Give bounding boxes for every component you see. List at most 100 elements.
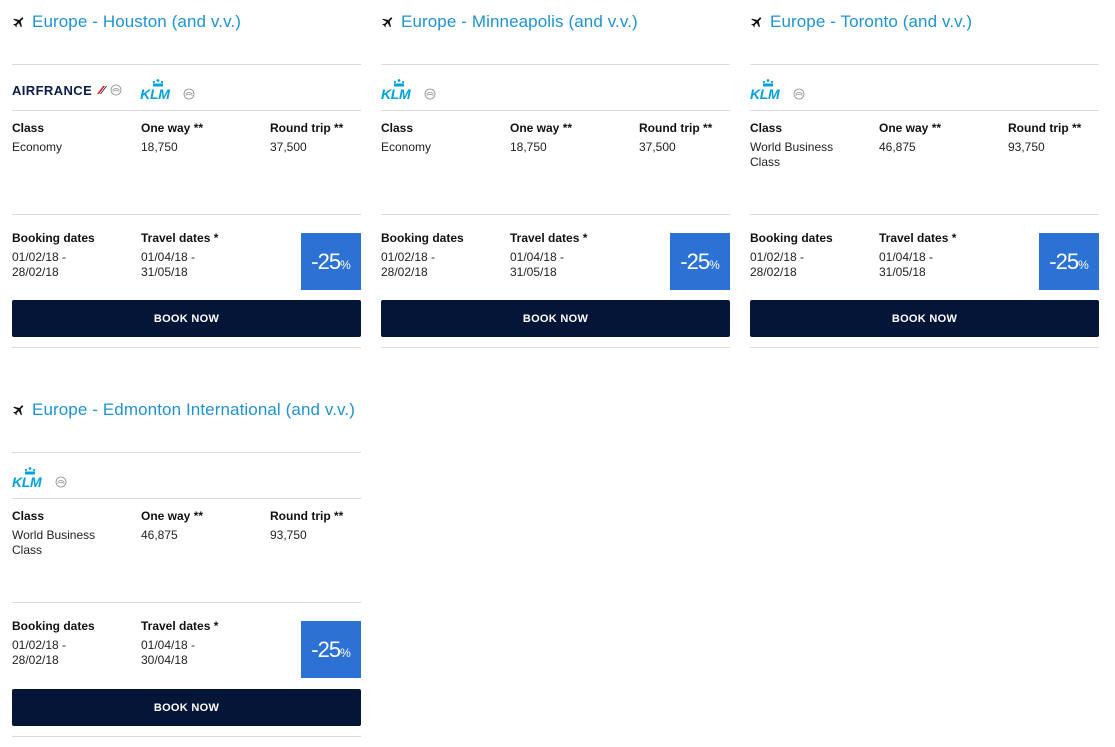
divider [381, 110, 730, 111]
discount-unit: % [340, 645, 351, 660]
discount-unit: % [1078, 257, 1089, 272]
discount-value: -25 [680, 248, 710, 274]
round-trip-miles: 37,500 [639, 140, 676, 154]
discount-badge: -25% [1039, 233, 1099, 290]
round-trip-column: Round trip ** 37,500 [270, 121, 343, 155]
discount-badge: -25% [301, 621, 361, 678]
discount-value: -25 [311, 636, 341, 662]
book-now-button[interactable]: BOOK NOW [750, 300, 1099, 337]
offer-title-row[interactable]: Europe - Toronto (and v.v.) [750, 10, 972, 34]
offer-title-row[interactable]: Europe - Houston (and v.v.) [12, 10, 241, 34]
round-trip-column: Round trip ** 93,750 [270, 509, 343, 543]
divider [381, 347, 730, 348]
divider [12, 64, 361, 65]
offer-title[interactable]: Europe - Edmonton International (and v.v… [32, 400, 355, 420]
travel-dates-value: 01/04/18 -31/05/18 [510, 250, 565, 279]
divider [750, 64, 1099, 65]
divider [381, 214, 730, 215]
booking-dates-value: 01/02/18 -28/02/18 [381, 250, 436, 279]
travel-dates-value: 01/04/18 -31/05/18 [141, 250, 196, 279]
airplane-icon [12, 15, 26, 29]
book-now-button[interactable]: BOOK NOW [12, 300, 361, 337]
class-column: Class Economy [381, 121, 491, 155]
discount-badge: -25% [301, 233, 361, 290]
one-way-label: One way ** [879, 121, 942, 135]
airline-logos: AIRFRANCE KLM [12, 78, 195, 102]
klm-logo: KLM [12, 467, 67, 490]
one-way-column: One way ** 46,875 [141, 509, 203, 543]
klm-logo: KLM [140, 79, 195, 102]
offer-title-row[interactable]: Europe - Minneapolis (and v.v.) [381, 10, 638, 34]
class-value: Economy [381, 140, 432, 154]
one-way-column: One way ** 18,750 [510, 121, 572, 155]
one-way-column: One way ** 18,750 [141, 121, 203, 155]
book-now-button[interactable]: BOOK NOW [12, 689, 361, 726]
airfrance-logo: AIRFRANCE [12, 83, 122, 98]
klm-wordmark: KLM [381, 86, 411, 102]
round-trip-column: Round trip ** 93,750 [1008, 121, 1081, 155]
klm-wordmark: KLM [140, 86, 170, 102]
round-trip-label: Round trip ** [639, 121, 713, 135]
booking-dates-column: Booking dates 01/02/18 -28/02/18 [750, 231, 833, 280]
discount-unit: % [340, 257, 351, 272]
one-way-column: One way ** 46,875 [879, 121, 941, 155]
klm-logo: KLM [381, 79, 436, 102]
class-column: Class World Business Class [750, 121, 860, 170]
booking-dates-value: 01/02/18 -28/02/18 [750, 250, 805, 279]
class-label: Class [750, 121, 783, 135]
travel-dates-column: Travel dates * 01/04/18 -31/05/18 [141, 231, 218, 280]
booking-dates-label: Booking dates [381, 231, 464, 245]
discount-unit: % [709, 257, 720, 272]
one-way-label: One way ** [141, 121, 204, 135]
booking-dates-column: Booking dates 01/02/18 -28/02/18 [12, 619, 95, 668]
round-trip-miles: 93,750 [270, 528, 307, 542]
booking-dates-label: Booking dates [750, 231, 833, 245]
class-label: Class [12, 509, 45, 523]
class-value: World Business Class [750, 140, 834, 169]
discount-badge: -25% [670, 233, 730, 290]
booking-dates-value: 01/02/18 -28/02/18 [12, 638, 67, 667]
travel-dates-column: Travel dates * 01/04/18 -31/05/18 [510, 231, 587, 280]
offer-title[interactable]: Europe - Minneapolis (and v.v.) [401, 12, 638, 32]
one-way-miles: 18,750 [510, 140, 547, 154]
airline-logos: KLM [12, 466, 67, 490]
travel-dates-column: Travel dates * 01/04/18 -31/05/18 [879, 231, 956, 280]
one-way-miles: 46,875 [879, 140, 916, 154]
divider [12, 347, 361, 348]
divider [750, 214, 1099, 215]
offer-card-houston: Europe - Houston (and v.v.) AIRFRANCE KL… [12, 0, 361, 350]
travel-dates-value: 01/04/18 -30/04/18 [141, 638, 196, 667]
divider [12, 110, 361, 111]
klm-logo: KLM [750, 79, 805, 102]
class-value: Economy [12, 140, 63, 154]
travel-dates-label: Travel dates * [141, 231, 219, 245]
travel-dates-label: Travel dates * [879, 231, 957, 245]
skyteam-icon [793, 88, 805, 100]
airplane-icon [12, 403, 26, 417]
class-column: Class Economy [12, 121, 122, 155]
offer-card-minneapolis: Europe - Minneapolis (and v.v.) KLM Clas… [381, 0, 730, 350]
airplane-icon [381, 15, 395, 29]
round-trip-label: Round trip ** [1008, 121, 1082, 135]
offer-card-edmonton: Europe - Edmonton International (and v.v… [12, 388, 361, 747]
travel-dates-label: Travel dates * [510, 231, 588, 245]
divider [12, 452, 361, 453]
offer-card-toronto: Europe - Toronto (and v.v.) KLM Class Wo… [750, 0, 1099, 350]
offer-title[interactable]: Europe - Toronto (and v.v.) [770, 12, 972, 32]
airfrance-wordmark: AIRFRANCE [12, 82, 93, 98]
book-now-button[interactable]: BOOK NOW [381, 300, 730, 337]
class-column: Class World Business Class [12, 509, 122, 558]
divider [381, 64, 730, 65]
class-value: World Business Class [12, 528, 96, 557]
divider [12, 736, 361, 737]
offer-title-row[interactable]: Europe - Edmonton International (and v.v… [12, 398, 355, 422]
skyteam-icon [55, 476, 67, 488]
klm-wordmark: KLM [12, 474, 42, 490]
one-way-miles: 18,750 [141, 140, 178, 154]
travel-dates-column: Travel dates * 01/04/18 -30/04/18 [141, 619, 218, 668]
airfrance-stripe-icon [97, 86, 108, 94]
offer-title[interactable]: Europe - Houston (and v.v.) [32, 12, 241, 32]
booking-dates-column: Booking dates 01/02/18 -28/02/18 [12, 231, 95, 280]
klm-wordmark: KLM [750, 86, 780, 102]
discount-value: -25 [1049, 248, 1079, 274]
